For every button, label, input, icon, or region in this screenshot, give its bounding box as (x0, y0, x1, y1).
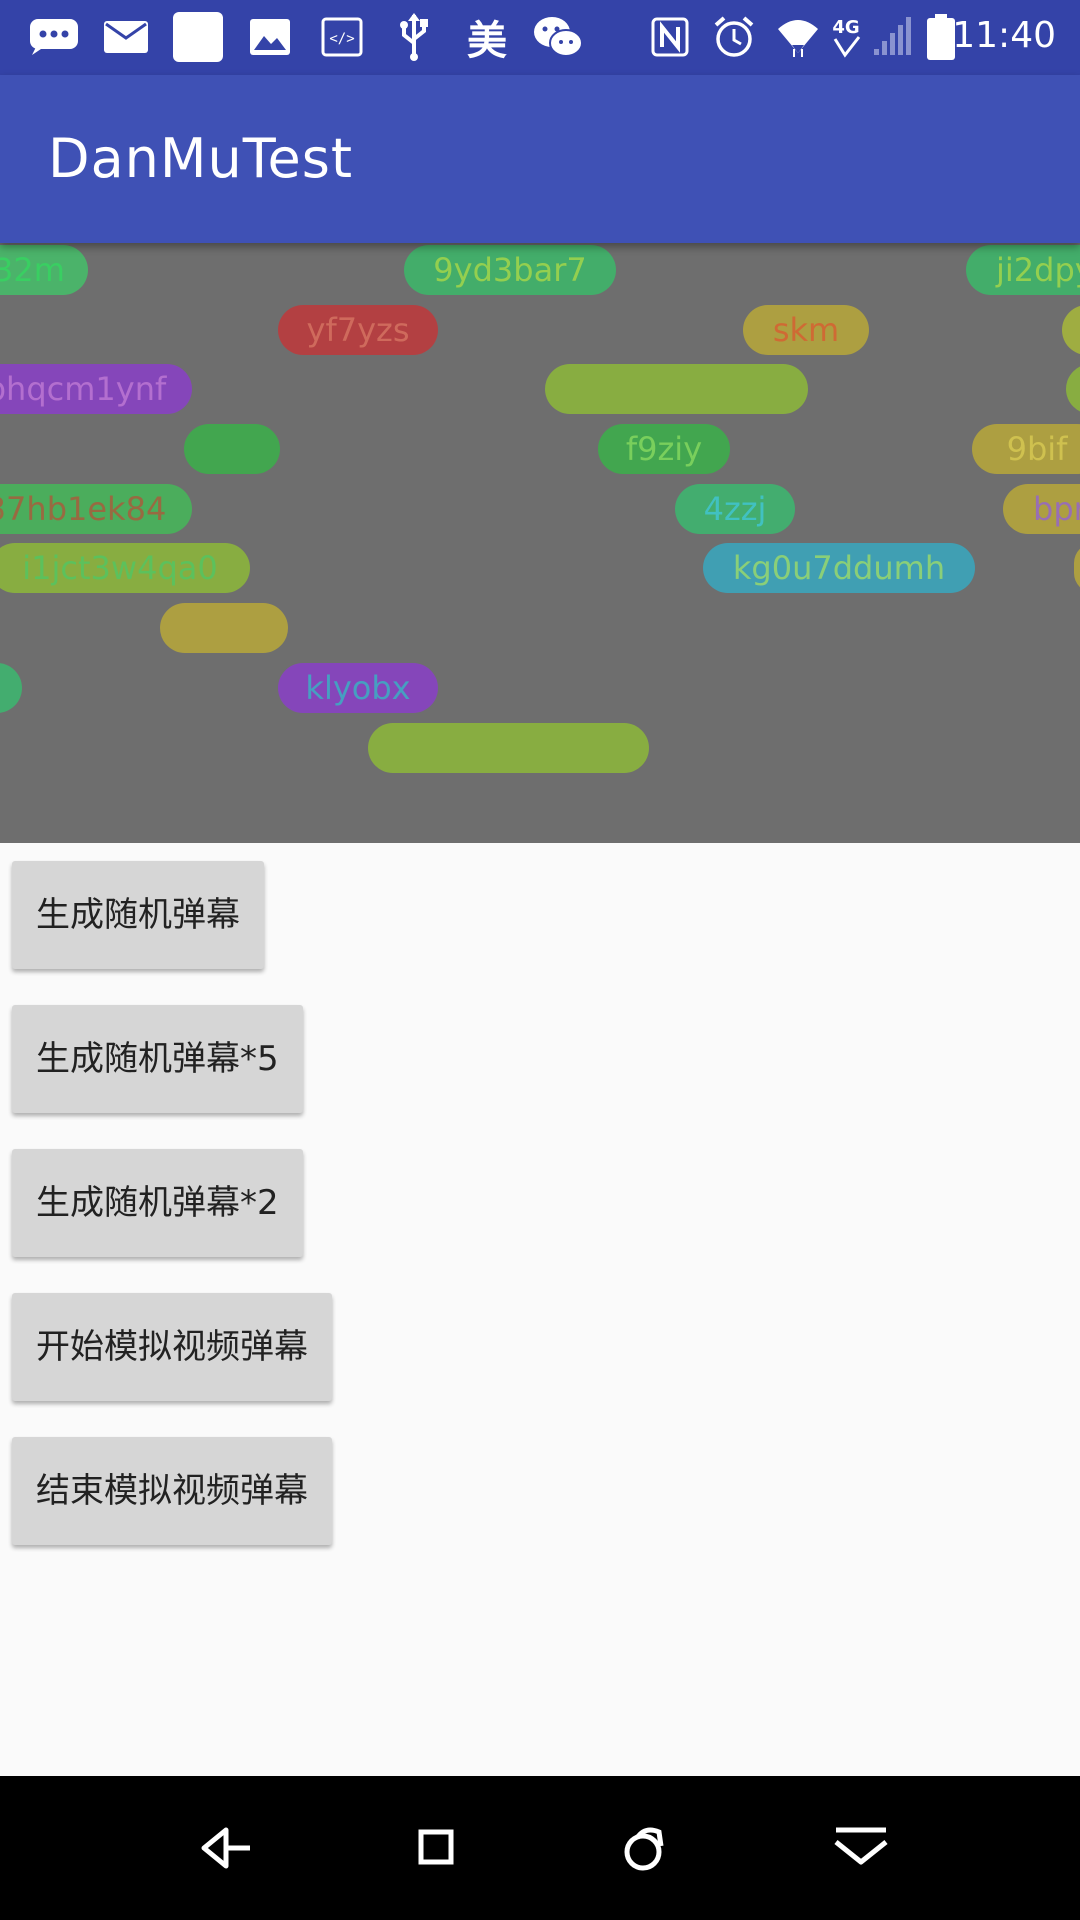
app-bar: DanMuTest (0, 75, 1080, 243)
danmu-item: 9bif (972, 424, 1080, 474)
notification-pulldown-icon[interactable] (826, 1818, 896, 1878)
start-simulated-video-danmu-button[interactable]: 开始模拟视频弹幕 (12, 1293, 332, 1401)
usb-icon (394, 13, 434, 61)
blank-square-icon (172, 12, 224, 62)
stop-simulated-video-danmu-button[interactable]: 结束模拟视频弹幕 (12, 1437, 332, 1545)
svg-text:</>: </> (329, 31, 354, 47)
danmu-item: f9ziy (598, 424, 730, 474)
danmu-item: bhqcm1ynf (0, 364, 192, 414)
back-icon[interactable] (196, 1818, 256, 1878)
status-time: 11:40 (952, 15, 1056, 56)
danmu-item: 4zzj (675, 484, 795, 534)
danmu-item (184, 424, 280, 474)
signal-icon (872, 14, 912, 60)
danmu-item (1062, 305, 1080, 355)
home-icon[interactable] (405, 1818, 465, 1878)
status-bar: </> 美 4G 11:40 (0, 0, 1080, 75)
danmu-item (1074, 543, 1080, 593)
danmu-item: klyobx (278, 663, 438, 713)
generate-random-danmu-x2-button[interactable]: 生成随机弹幕*2 (12, 1149, 303, 1257)
app-title: DanMuTest (48, 127, 354, 190)
danmu-item (368, 723, 649, 773)
danmu-item: ji2dpy (966, 245, 1080, 295)
danmu-item (545, 364, 808, 414)
danmu-item: 9yd3bar7 (404, 245, 616, 295)
generate-random-danmu-button[interactable]: 生成随机弹幕 (12, 861, 264, 969)
danmu-item: 32m (0, 245, 88, 295)
nfc-icon (650, 14, 690, 60)
mail-icon (102, 14, 150, 60)
danmu-item (1066, 364, 1080, 414)
wechat-icon (532, 14, 584, 60)
danmu-item (0, 663, 22, 713)
code-icon: </> (320, 14, 364, 60)
danmu-item: yf7yzs (278, 305, 438, 355)
danmu-item: 37hb1ek84 (0, 484, 192, 534)
danmu-item (160, 603, 288, 653)
chat-bubble-icon (28, 14, 80, 60)
alarm-icon (712, 14, 756, 60)
image-icon (248, 14, 292, 60)
wifi-icon (776, 14, 820, 60)
recents-icon[interactable] (615, 1818, 675, 1878)
navigation-bar (0, 1776, 1080, 1920)
danmu-item: i1jct3w4qa0 (0, 543, 250, 593)
danmu-view: 32m 9yd3bar7 ji2dpy yf7yzs skm bhqcm1ynf… (0, 243, 1080, 843)
danmu-item: kg0u7ddumh (703, 543, 975, 593)
4g-icon: 4G (828, 14, 864, 60)
danmu-item: bpr (1003, 484, 1080, 534)
danmu-item: skm (743, 305, 869, 355)
meituan-icon: 美 (467, 18, 507, 64)
generate-random-danmu-x5-button[interactable]: 生成随机弹幕*5 (12, 1005, 303, 1113)
svg-text:4G: 4G (832, 17, 859, 38)
